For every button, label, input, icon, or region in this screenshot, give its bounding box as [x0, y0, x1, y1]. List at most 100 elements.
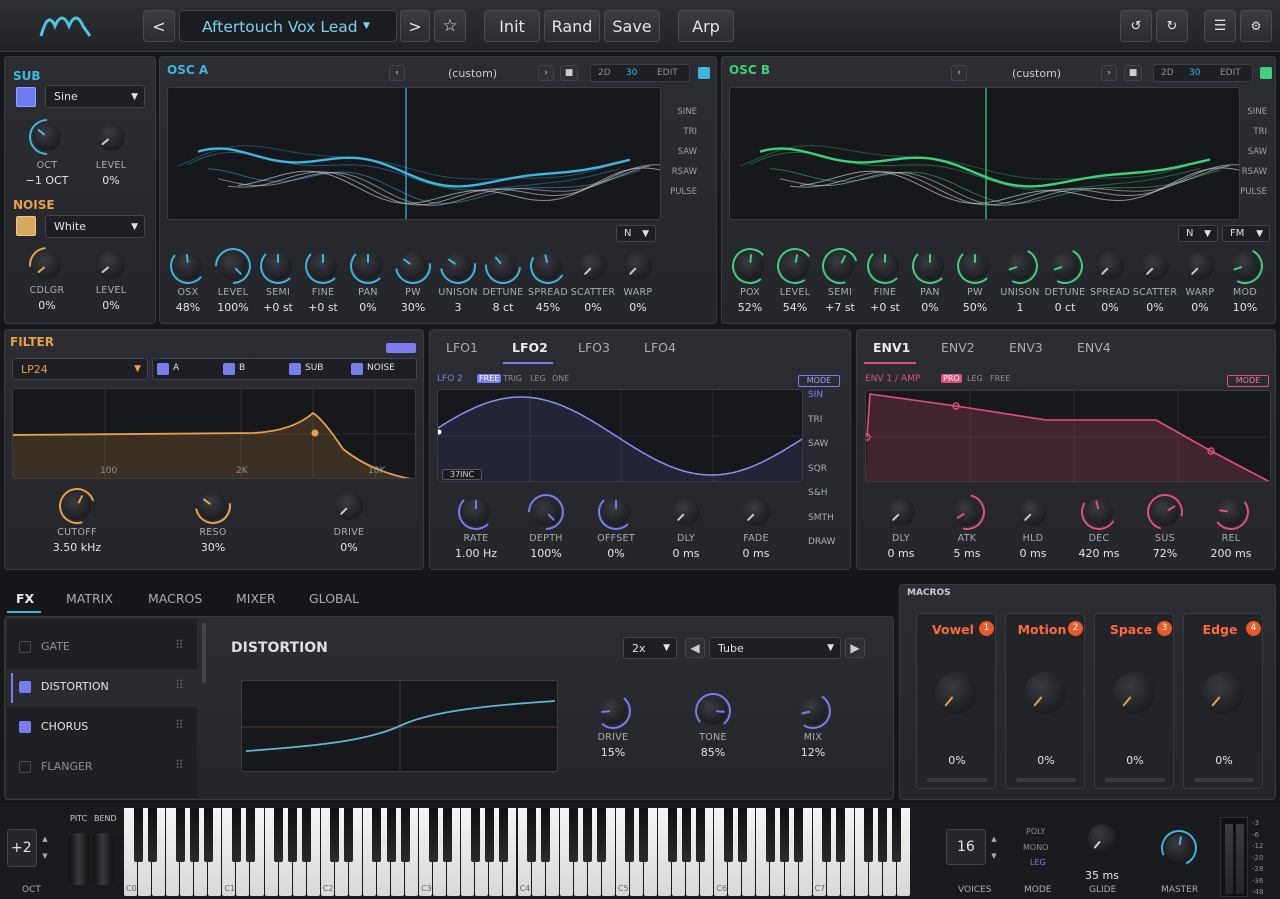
osc-b-fm-select[interactable]: FM ▼ [1222, 225, 1270, 242]
master-knob[interactable] [1155, 824, 1203, 872]
fx-oversample-select[interactable]: 2x ▼ [623, 637, 677, 659]
osc-b-edit-button[interactable]: EDIT [1220, 68, 1241, 78]
piano-black-key[interactable] [372, 808, 382, 862]
tab-matrix[interactable]: MATRIX [66, 591, 113, 606]
tab-lfo3[interactable]: LFO3 [578, 340, 610, 355]
piano-keyboard[interactable]: C0 C1 C2 C3 C4 C5 C6 C7 [124, 808, 911, 898]
pitch-wheel[interactable] [69, 833, 89, 885]
env-display[interactable] [865, 390, 1271, 482]
next-preset-button[interactable]: > [400, 10, 430, 42]
piano-black-key[interactable] [737, 808, 747, 862]
mode-leg[interactable]: LEG [1030, 858, 1046, 867]
init-button[interactable]: Init [484, 10, 540, 42]
oscb-wave-saw[interactable]: SAW [1248, 147, 1267, 157]
osc-a-knob-6[interactable] [432, 240, 484, 292]
tab-fx[interactable]: FX [16, 591, 34, 606]
osc-b-knob-0[interactable] [730, 246, 770, 286]
tab-global[interactable]: GLOBAL [309, 591, 359, 606]
piano-black-key[interactable] [428, 808, 438, 862]
osc-b-note-select[interactable]: N ▼ [1178, 225, 1218, 242]
osc-b-knob-7[interactable] [1042, 243, 1088, 289]
lfo-mode-leg[interactable]: LEG [530, 374, 546, 383]
lfo-shape-5[interactable]: SMTH [808, 513, 834, 523]
undo-icon[interactable]: ↺ [1120, 10, 1152, 42]
piano-black-key[interactable] [822, 808, 832, 862]
piano-black-key[interactable] [625, 808, 635, 862]
osc-a-2d-toggle[interactable]: 2D [598, 68, 611, 78]
mode-mono[interactable]: MONO [1023, 843, 1048, 852]
voices-stepper[interactable]: 16 [946, 829, 986, 865]
tab-env1[interactable]: ENV1 [873, 340, 910, 355]
noise-enable-toggle[interactable] [16, 216, 36, 236]
mod-wheel[interactable] [93, 833, 113, 885]
piano-black-key[interactable] [794, 808, 804, 862]
osc-a-knob-1[interactable] [207, 240, 259, 292]
lfo-shape-3[interactable]: SQR [808, 464, 827, 474]
osc-b-knob-4[interactable] [912, 248, 948, 284]
tab-lfo2[interactable]: LFO2 [512, 340, 548, 355]
octave-arrows[interactable]: ▲ ▼ [38, 831, 52, 865]
osc-a-knob-3[interactable] [305, 248, 341, 284]
tab-lfo4[interactable]: LFO4 [644, 340, 676, 355]
fx-knob-0[interactable] [593, 691, 633, 731]
osc-a-knob-4[interactable] [350, 248, 386, 284]
osc-a-3d-toggle[interactable]: 30 [626, 68, 637, 78]
piano-black-key[interactable] [330, 808, 340, 862]
osc-b-knob-3[interactable] [867, 248, 903, 284]
sub-wave-select[interactable]: Sine ▼ [45, 85, 145, 108]
preset-selector[interactable]: Aftertouch Vox Lead ▼ [179, 10, 397, 42]
filter-route-3-checkbox[interactable] [351, 363, 363, 375]
env-mode-button[interactable]: MODE [1227, 375, 1269, 387]
osca-wave-sine[interactable]: SINE [677, 107, 697, 117]
osc-b-knob-10[interactable] [1182, 248, 1218, 284]
env-knob-0[interactable] [883, 494, 919, 530]
piano-black-key[interactable] [723, 808, 733, 862]
piano-black-key[interactable] [484, 808, 494, 862]
piano-black-key[interactable] [836, 808, 846, 862]
prev-preset-button[interactable]: < [143, 10, 175, 42]
lfo-knob-3[interactable] [668, 494, 704, 530]
redo-icon[interactable]: ↻ [1156, 10, 1188, 42]
osc-b-3d-toggle[interactable]: 30 [1189, 68, 1200, 78]
osc-a-edit-button[interactable]: EDIT [657, 68, 678, 78]
fx-list-item[interactable]: DISTORTION ⠿ [7, 669, 197, 707]
sub-level-knob[interactable] [93, 119, 129, 155]
piano-black-key[interactable] [175, 808, 185, 862]
tab-mixer[interactable]: MIXER [236, 591, 276, 606]
macro-amount-bar[interactable] [1194, 778, 1254, 782]
osc-b-knob-11[interactable] [1222, 243, 1268, 289]
osc-b-knob-9[interactable] [1137, 248, 1173, 284]
mode-poly[interactable]: POLY [1026, 827, 1045, 836]
piano-black-key[interactable] [639, 808, 649, 862]
env-knob-5[interactable] [1210, 491, 1252, 533]
drag-handle-icon[interactable]: ⠿ [175, 678, 184, 692]
piano-black-key[interactable] [147, 808, 157, 862]
noise-level-knob[interactable] [93, 247, 129, 283]
env-knob-3[interactable] [1077, 490, 1121, 534]
glide-knob[interactable] [1085, 821, 1119, 855]
osc-b-knob-6[interactable] [997, 243, 1043, 289]
piano-black-key[interactable] [344, 808, 354, 862]
env-mode-pro[interactable]: PRO [941, 374, 962, 383]
octave-stepper[interactable]: +2 [7, 829, 37, 867]
filter-knob-2[interactable] [331, 488, 367, 524]
osc-b-2d-toggle[interactable]: 2D [1161, 68, 1174, 78]
fx-list-scrollbar[interactable] [202, 623, 206, 683]
noise-type-select[interactable]: White ▼ [45, 215, 145, 238]
macro-knob-2[interactable] [1018, 666, 1072, 720]
star-icon[interactable]: ☆ [434, 10, 466, 42]
osc-b-knob-5[interactable] [957, 248, 993, 284]
lfo-shape-6[interactable]: DRAW [808, 537, 835, 547]
lfo-shape-0[interactable]: SIN [808, 390, 823, 400]
osc-a-wavetable-display[interactable] [167, 87, 661, 220]
voices-arrows[interactable]: ▲ ▼ [987, 831, 1001, 865]
osca-wave-saw[interactable]: SAW [678, 147, 697, 157]
fx-prev-type-button[interactable]: ◀ [685, 638, 705, 658]
lfo-shape-display[interactable]: 37INC [437, 389, 803, 482]
piano-black-key[interactable] [386, 808, 396, 862]
osc-a-note-select[interactable]: N ▼ [616, 225, 656, 242]
lfo-shape-2[interactable]: SAW [808, 439, 828, 449]
piano-black-key[interactable] [189, 808, 199, 862]
menu-icon[interactable]: ☰ [1204, 10, 1236, 42]
fx-list-item[interactable]: CHORUS ⠿ [7, 709, 197, 747]
